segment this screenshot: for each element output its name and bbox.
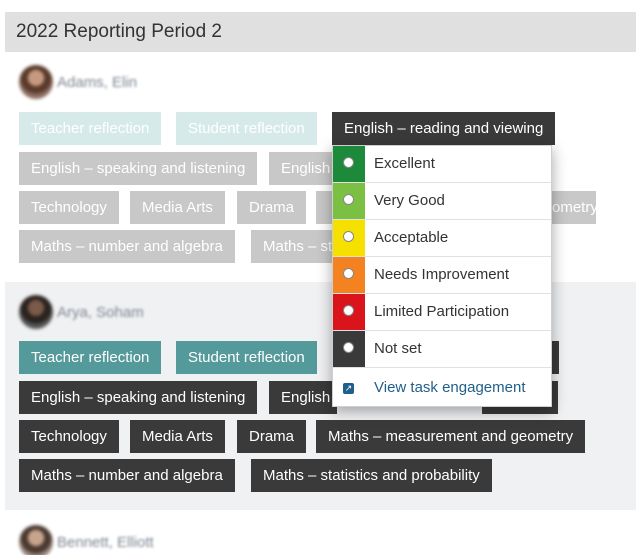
swatch [333, 257, 365, 293]
radio-button[interactable] [343, 157, 354, 168]
swatch [333, 183, 365, 219]
radio-button[interactable] [343, 231, 354, 242]
english-tag-partial[interactable]: English [269, 152, 337, 185]
drama-tag[interactable]: Drama [237, 420, 307, 453]
english-tag-partial[interactable]: English [269, 381, 337, 414]
maths-stats-tag-partial[interactable]: Maths – st [251, 230, 337, 263]
english-reading-tag[interactable]: English – reading and viewing [332, 112, 556, 145]
link-label: View task engagement [374, 379, 526, 396]
option-label: Acceptable [374, 229, 449, 246]
swatch [333, 331, 365, 367]
page-title: 2022 Reporting Period 2 [16, 21, 222, 42]
avatar [19, 295, 53, 329]
student-name: Adams, Elin [57, 73, 138, 91]
option-label: Very Good [374, 192, 445, 209]
option-acceptable[interactable]: Acceptable [333, 220, 551, 257]
student-header[interactable]: Bennett, Elliott [19, 524, 154, 555]
option-needs-improvement[interactable]: Needs Improvement [333, 257, 551, 294]
english-speaking-tag[interactable]: English – speaking and listening [19, 381, 258, 414]
avatar [19, 65, 53, 99]
option-label: Not set [374, 340, 422, 357]
teacher-reflection-tag[interactable]: Teacher reflection [19, 341, 162, 374]
radio-button[interactable] [343, 342, 354, 353]
swatch [333, 294, 365, 330]
student-reflection-tag[interactable]: Student reflection [176, 341, 317, 374]
english-speaking-tag[interactable]: English – speaking and listening [19, 152, 258, 185]
option-label: Needs Improvement [374, 266, 510, 283]
view-task-engagement-link[interactable]: ↗ View task engagement [333, 370, 551, 406]
option-excellent[interactable]: Excellent [333, 146, 551, 183]
option-not-set[interactable]: Not set [333, 331, 551, 368]
student-header[interactable]: Arya, Soham [19, 294, 144, 330]
option-label: Limited Participation [374, 303, 510, 320]
media-arts-tag[interactable]: Media Arts [130, 420, 225, 453]
student-name: Bennett, Elliott [57, 533, 154, 551]
option-very-good[interactable]: Very Good [333, 183, 551, 220]
student-reflection-tag[interactable]: Student reflection [176, 112, 317, 145]
media-arts-tag[interactable]: Media Arts [130, 191, 225, 224]
maths-measurement-tag[interactable]: Maths – measurement and geometry [316, 420, 586, 453]
student-card: Bennett, Elliott [5, 512, 636, 555]
technology-tag[interactable]: Technology [19, 191, 119, 224]
maths-number-tag[interactable]: Maths – number and algebra [19, 230, 235, 263]
option-limited-participation[interactable]: Limited Participation [333, 294, 551, 331]
maths-measurement-tag-tail[interactable]: ometry [552, 191, 598, 224]
radio-button[interactable] [343, 305, 354, 316]
maths-stats-tag[interactable]: Maths – statistics and probability [251, 459, 492, 492]
technology-tag[interactable]: Technology [19, 420, 119, 453]
radio-button[interactable] [343, 268, 354, 279]
engagement-dropdown: Excellent Very Good Acceptable Needs Imp… [332, 145, 552, 407]
student-name: Arya, Soham [57, 303, 144, 321]
external-link-icon: ↗ [343, 383, 354, 394]
maths-number-tag[interactable]: Maths – number and algebra [19, 459, 235, 492]
reporting-period-header: 2022 Reporting Period 2 [5, 12, 636, 52]
avatar [19, 525, 53, 555]
teacher-reflection-tag[interactable]: Teacher reflection [19, 112, 162, 145]
drama-tag[interactable]: Drama [237, 191, 307, 224]
swatch [333, 220, 365, 256]
swatch [333, 146, 365, 182]
student-header[interactable]: Adams, Elin [19, 64, 137, 100]
option-label: Excellent [374, 155, 435, 172]
radio-button[interactable] [343, 194, 354, 205]
